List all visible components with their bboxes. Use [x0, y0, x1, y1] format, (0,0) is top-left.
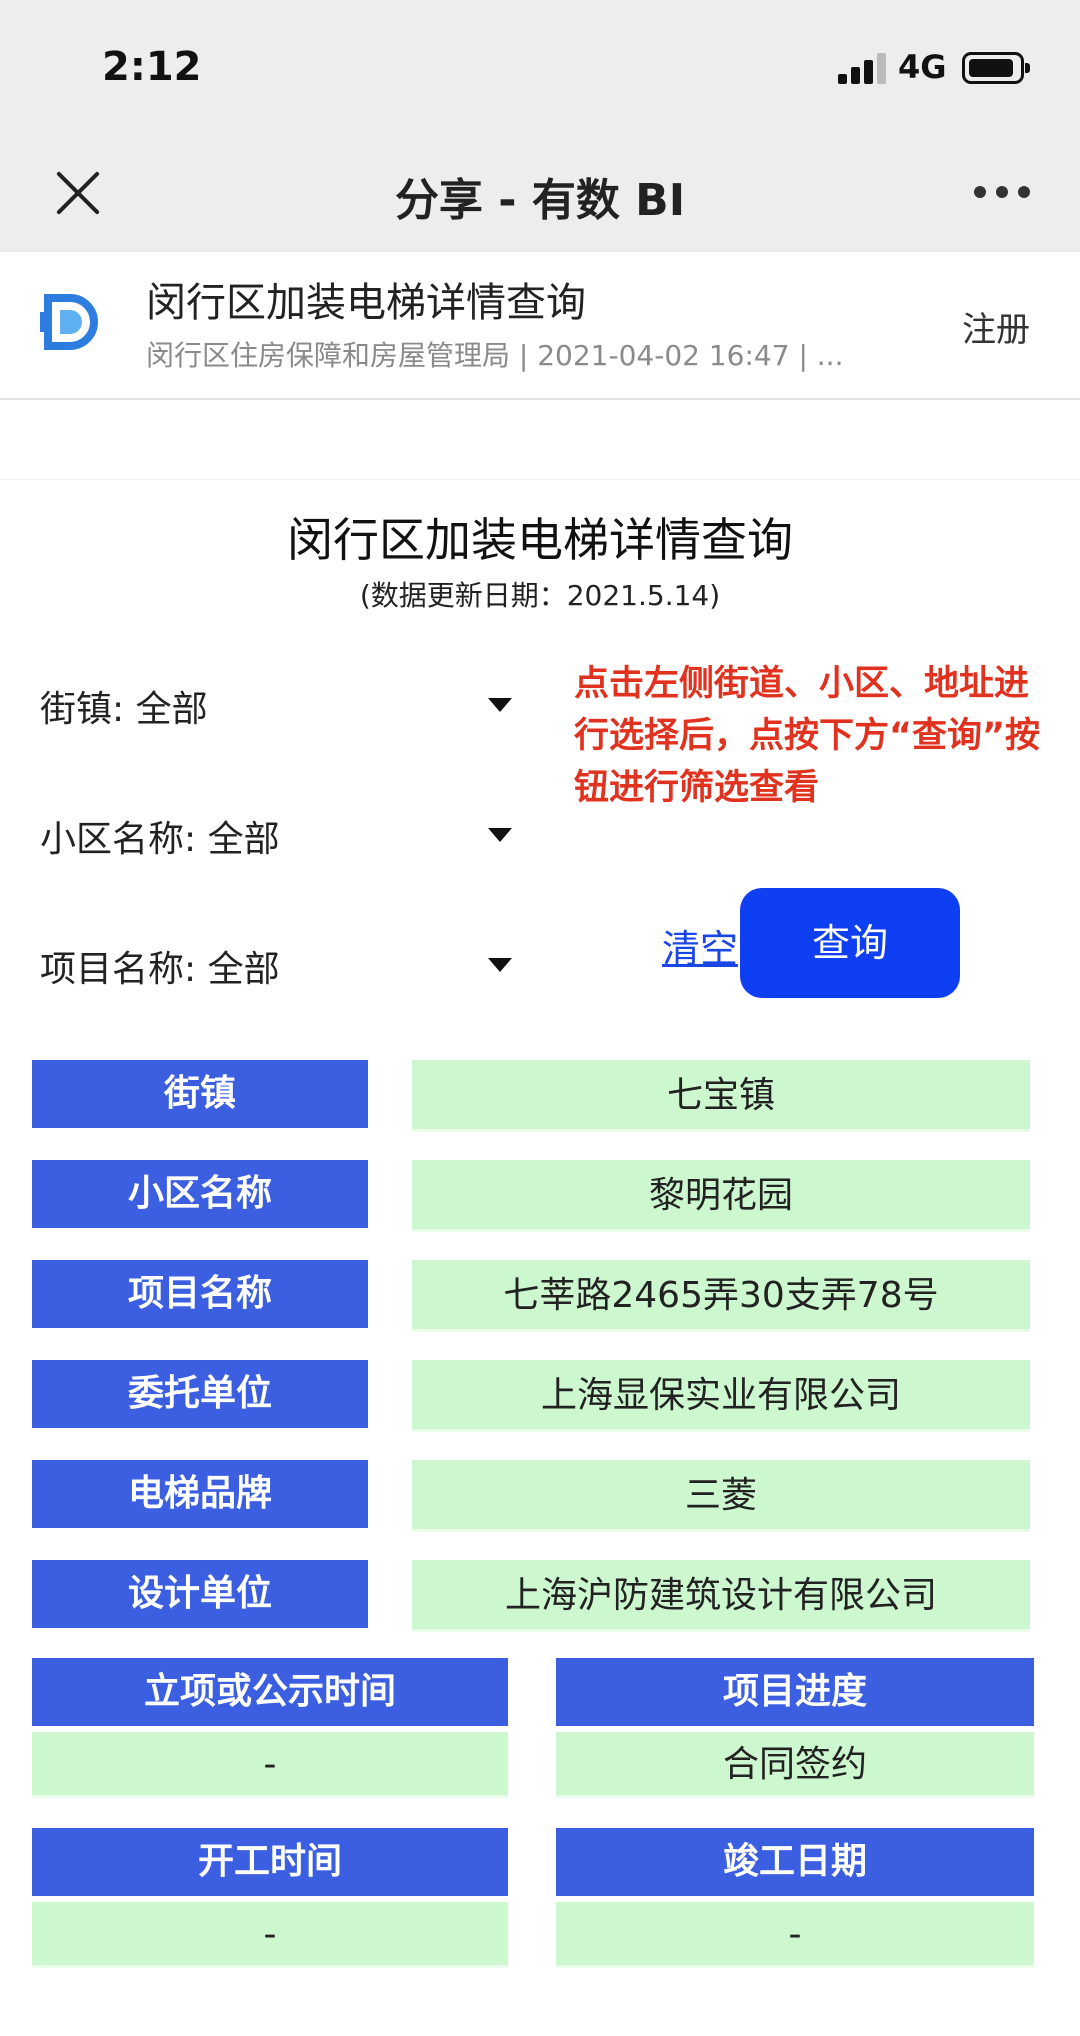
status-time: 2:12 [102, 44, 202, 90]
grid-value: 合同签约 [556, 1732, 1034, 1798]
share-header: 闵行区加装电梯详情查询 闵行区住房保障和房屋管理局 | 2021-04-02 1… [0, 252, 1080, 400]
network-type: 4G [898, 48, 947, 86]
street-filter[interactable]: 街镇: 全部 [40, 672, 520, 732]
detail-value: 上海显保实业有限公司 [412, 1360, 1030, 1432]
battery-icon [962, 52, 1030, 84]
detail-label: 街镇 [32, 1060, 368, 1128]
register-link[interactable]: 注册 [962, 302, 1030, 351]
community-filter-label: 小区名称: 全部 [40, 819, 280, 860]
grid-value: - [556, 1902, 1034, 1968]
grid-label: 项目进度 [556, 1658, 1034, 1726]
app-logo-icon [40, 294, 98, 350]
detail-value: 七宝镇 [412, 1060, 1030, 1132]
nav-title: 分享 - 有数 BI [394, 175, 686, 226]
hint-text: 点击左侧街道、小区、地址进行选择后，点按下方“查询”按钮进行筛选查看 [574, 664, 1041, 808]
spacer [0, 400, 1080, 480]
more-icon[interactable] [974, 182, 1030, 202]
detail-value: 黎明花园 [412, 1160, 1030, 1232]
signal-icon [838, 52, 888, 84]
top-bar: 2:12 4G 分享 - 有数 BI [0, 0, 1080, 252]
dropdown-arrow-icon [488, 958, 512, 972]
grid-value: - [32, 1732, 508, 1798]
detail-label: 设计单位 [32, 1560, 368, 1628]
community-filter[interactable]: 小区名称: 全部 [40, 802, 520, 862]
grid-label: 立项或公示时间 [32, 1658, 508, 1726]
project-filter[interactable]: 项目名称: 全部 [40, 932, 520, 992]
detail-value: 七莘路2465弄30支弄78号 [412, 1260, 1030, 1332]
dropdown-arrow-icon [488, 828, 512, 842]
detail-label: 电梯品牌 [32, 1460, 368, 1528]
detail-value: 三菱 [412, 1460, 1030, 1532]
street-filter-label: 街镇: 全部 [40, 689, 208, 730]
grid-value: - [32, 1902, 508, 1968]
share-title: 闵行区加装电梯详情查询 [146, 280, 586, 326]
query-button[interactable]: 查询 [740, 888, 960, 998]
report-date: (数据更新日期：2021.5.14) [359, 579, 721, 612]
detail-label: 项目名称 [32, 1260, 368, 1328]
grid-label: 竣工日期 [556, 1828, 1034, 1896]
clear-button[interactable]: 清空 [662, 918, 738, 973]
detail-label: 小区名称 [32, 1160, 368, 1228]
dropdown-arrow-icon [488, 698, 512, 712]
share-subtitle: 闵行区住房保障和房屋管理局 | 2021-04-02 16:47 | ... [146, 339, 844, 372]
detail-value: 上海沪防建筑设计有限公司 [412, 1560, 1030, 1632]
detail-label: 委托单位 [32, 1360, 368, 1428]
project-filter-label: 项目名称: 全部 [40, 949, 280, 990]
grid-label: 开工时间 [32, 1828, 508, 1896]
report-title: 闵行区加装电梯详情查询 [287, 513, 793, 567]
